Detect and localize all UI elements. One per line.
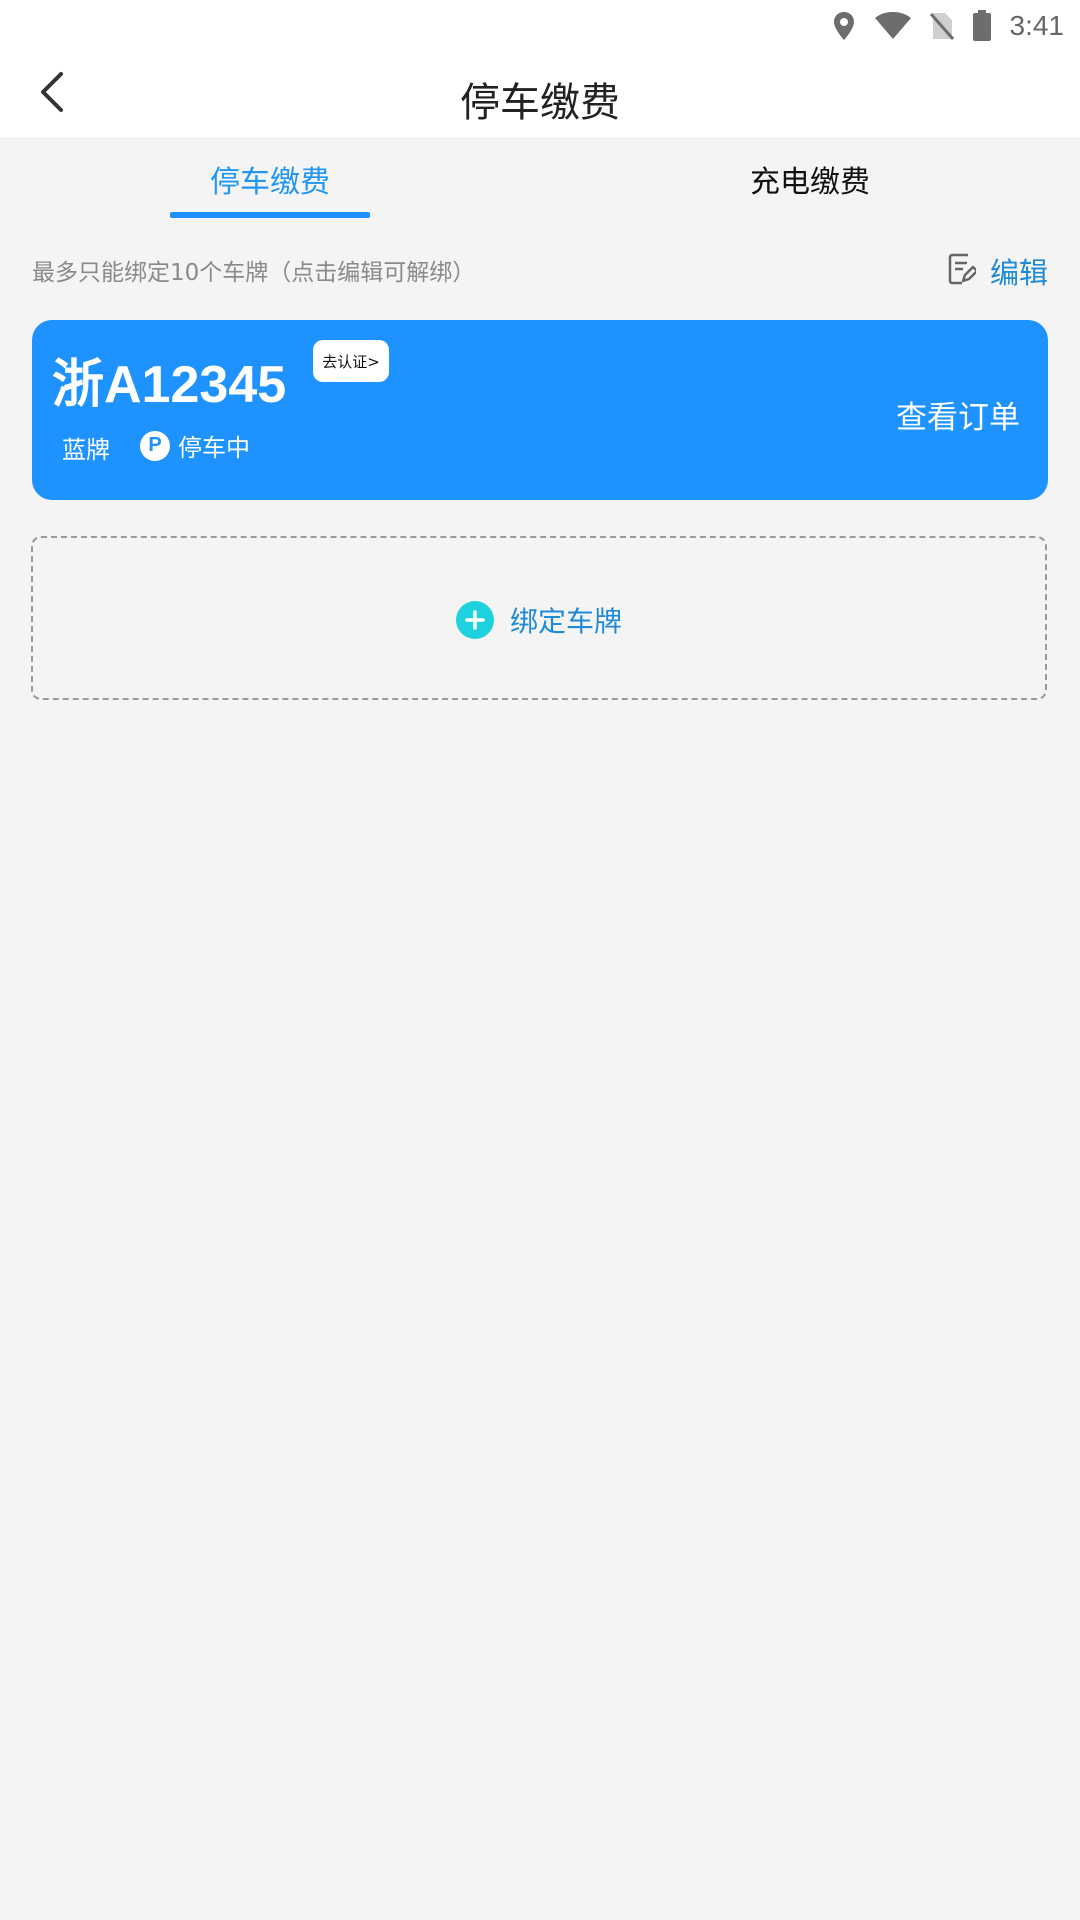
wifi-icon [874, 12, 912, 40]
no-sim-icon [929, 11, 954, 41]
view-orders-link[interactable]: 查看订单 [896, 392, 1020, 437]
edit-label: 编辑 [989, 256, 1048, 290]
page-title: 停车缴费 [460, 80, 620, 126]
tab-bar: 停车缴费 充电缴费 [0, 139, 1080, 219]
location-icon [832, 11, 856, 41]
tab-parking-payment[interactable]: 停车缴费 [120, 157, 420, 201]
battery-icon [972, 10, 992, 42]
tab-charging-payment[interactable]: 充电缴费 [660, 157, 960, 201]
plate-number: 浙A12345 [52, 356, 287, 414]
verify-badge[interactable]: 去认证> [313, 340, 389, 382]
bind-plate-button[interactable]: 绑定车牌 [31, 536, 1047, 700]
status-bar: 3:41 [0, 0, 1080, 50]
plate-type: 蓝牌 [62, 436, 110, 464]
bind-plate-content: 绑定车牌 [33, 600, 1045, 640]
edit-note-icon [948, 253, 979, 289]
active-tab-indicator [170, 212, 370, 218]
hint-row: 最多只能绑定10个车牌（点击编辑可解绑） 编辑 [0, 245, 1080, 295]
parking-status-text: 停车中 [178, 434, 250, 462]
bind-limit-hint: 最多只能绑定10个车牌（点击编辑可解绑） [32, 260, 476, 286]
status-icons: 3:41 [832, 6, 1065, 46]
plate-card[interactable]: 浙A12345 去认证> 蓝牌 P 停车中 查看订单 [32, 320, 1048, 500]
status-time: 3:41 [1009, 10, 1065, 41]
parking-status: P 停车中 [140, 428, 250, 463]
edit-button[interactable]: 编辑 [948, 249, 1048, 293]
bind-plate-label: 绑定车牌 [509, 605, 622, 638]
parking-icon: P [140, 430, 170, 461]
app-bar: 停车缴费 [0, 50, 1080, 139]
plus-circle-icon [455, 601, 494, 639]
